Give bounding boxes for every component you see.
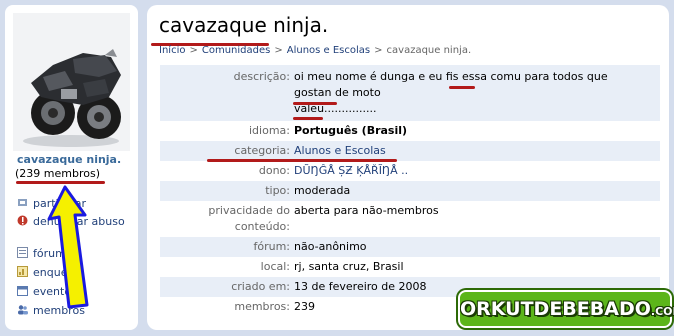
info-label: tipo:: [265, 184, 290, 197]
info-row-language: idioma: Português (Brasil): [160, 121, 660, 141]
info-label: fórum:: [253, 240, 290, 253]
red-underline-annotation: [16, 181, 105, 184]
breadcrumb-category[interactable]: Alunos e Escolas: [287, 45, 370, 56]
community-info-panel: cavazaque ninja. Início > Comunidades > Alun…: [147, 5, 669, 330]
red-underline-annotation: [293, 102, 337, 105]
forum-icon: [17, 247, 28, 258]
breadcrumb-communities[interactable]: Comunidades: [202, 45, 270, 56]
member-count[interactable]: (239 membros): [15, 167, 100, 180]
info-value-category[interactable]: Alunos e Escolas: [294, 143, 654, 159]
info-value-description: oi meu nome é dunga e eu fis essa comu p…: [294, 69, 654, 117]
report-abuse-icon: [17, 215, 28, 226]
info-value-type: moderada: [294, 184, 351, 197]
info-label: descrição:: [233, 70, 290, 83]
yellow-arrow-annotation: [47, 185, 89, 309]
members-icon: [17, 304, 28, 315]
info-value-privacy: aberta para não-membros: [294, 204, 439, 217]
description-line: valeu...............: [294, 102, 377, 115]
info-value-owner[interactable]: DŨŊĜÅ ȘƵ ĶÅŘĨŊÅ ..: [294, 163, 654, 179]
info-label: membros:: [234, 300, 290, 313]
info-label: privacidade do conteúdo:: [208, 204, 290, 233]
info-label: categoria:: [234, 144, 290, 157]
breadcrumb-home[interactable]: Início: [159, 45, 185, 56]
info-row-type: tipo: moderada: [160, 181, 660, 201]
community-sidebar: cavazaque ninja. (239 membros) participa…: [5, 5, 138, 330]
info-label: idioma:: [249, 124, 290, 137]
join-icon: [17, 197, 28, 208]
info-label: dono:: [258, 164, 290, 177]
breadcrumb-current: cavazaque ninja.: [386, 45, 472, 56]
info-label: criado em:: [231, 280, 290, 293]
orkutdebebado-logo: ORKUTDEBEBADO.COM: [458, 290, 674, 328]
red-underline-annotation: [449, 86, 475, 89]
info-value-location: rj, santa cruz, Brasil: [294, 260, 404, 273]
community-photo[interactable]: [13, 13, 130, 151]
community-name-link[interactable]: cavazaque ninja.: [17, 153, 121, 166]
red-underline-annotation: [293, 117, 323, 120]
calendar-icon: [17, 285, 28, 296]
poll-icon: [17, 266, 28, 277]
info-row-privacy: privacidade do conteúdo: aberta para não…: [160, 201, 660, 237]
info-row-category: categoria: Alunos e Escolas: [160, 141, 660, 161]
red-underline-annotation: [207, 159, 397, 162]
page-title: cavazaque ninja.: [159, 13, 329, 37]
info-label: local:: [260, 260, 290, 273]
info-row-forum: fórum: não-anônimo: [160, 237, 660, 257]
info-value-forum: não-anônimo: [294, 240, 367, 253]
info-value-language: Português (Brasil): [294, 124, 408, 137]
info-row-owner: dono: DŨŊĜÅ ȘƵ ĶÅŘĨŊÅ ..: [160, 161, 660, 181]
description-line: oi meu nome é dunga e eu fis essa comu p…: [294, 70, 608, 83]
motorcycle-image: [13, 13, 130, 151]
info-row-description: descrição: oi meu nome é dunga e eu fis …: [160, 65, 660, 121]
info-row-location: local: rj, santa cruz, Brasil: [160, 257, 660, 277]
breadcrumb: Início > Comunidades > Alunos e Escolas > cava…: [159, 45, 472, 56]
